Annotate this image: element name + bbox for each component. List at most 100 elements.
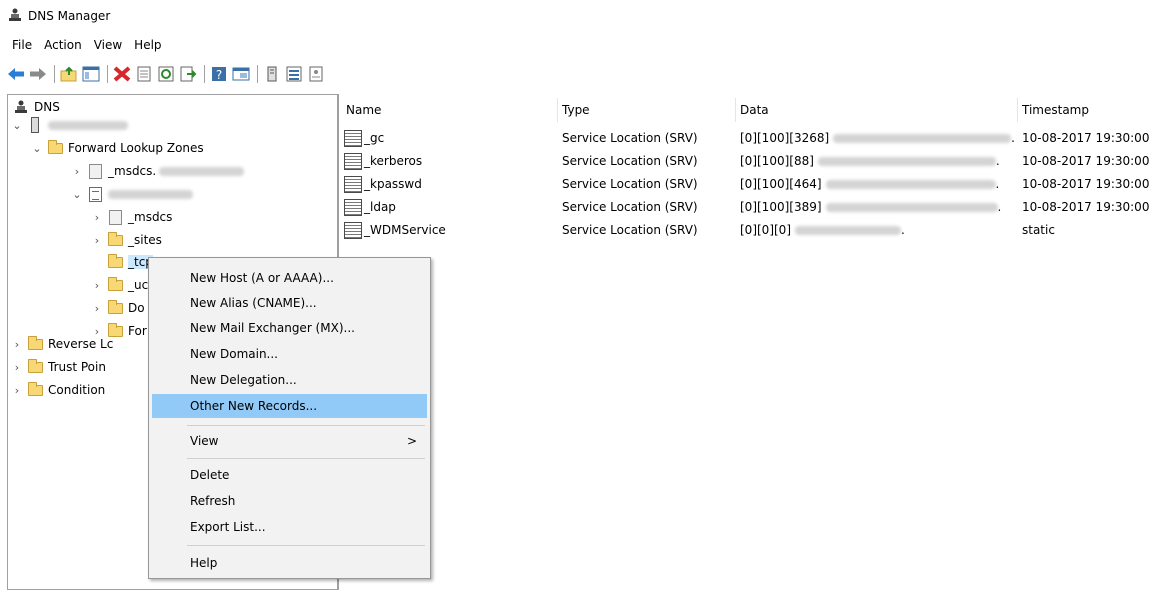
tree-node-label: For	[128, 324, 147, 338]
tree-node-reverse-lookup-zones[interactable]: › Reverse Lc	[10, 334, 113, 354]
menu-view[interactable]: View	[88, 36, 128, 54]
delete-icon[interactable]	[112, 64, 132, 84]
menu-file[interactable]: File	[6, 36, 38, 54]
chevron-down-icon[interactable]: ⌄	[30, 142, 44, 155]
properties-icon[interactable]	[134, 64, 154, 84]
refresh-icon[interactable]	[156, 64, 176, 84]
record-data-suffix: .	[997, 200, 1002, 214]
record-type: Service Location (SRV)	[562, 177, 698, 191]
details-icon[interactable]	[306, 64, 326, 84]
folder-icon	[47, 139, 63, 156]
chevron-down-icon[interactable]: ⌄	[10, 119, 24, 132]
redacted-host	[825, 179, 996, 189]
menu-item-label: View	[190, 434, 219, 448]
folder-icon	[27, 335, 43, 352]
show-hide-tree-icon[interactable]	[81, 64, 101, 84]
menu-item-new-mail-exchanger[interactable]: New Mail Exchanger (MX)...	[152, 316, 427, 340]
chevron-right-icon[interactable]: ›	[90, 234, 104, 247]
menu-item-delete[interactable]: Delete	[152, 463, 427, 487]
tree-node-tcp[interactable]: _tcp	[90, 252, 153, 272]
column-header-data[interactable]: Data	[736, 98, 1018, 122]
srv-record-icon	[344, 175, 362, 193]
help-icon[interactable]: ?	[209, 64, 229, 84]
up-folder-icon[interactable]	[59, 64, 79, 84]
chevron-right-icon[interactable]: ›	[10, 338, 24, 351]
chevron-right-icon[interactable]: ›	[10, 361, 24, 374]
chevron-right-icon[interactable]: ›	[90, 211, 104, 224]
tree-node-forward-lookup-zones[interactable]: ⌄ Forward Lookup Zones	[30, 138, 204, 158]
menu-action[interactable]: Action	[38, 36, 88, 54]
record-data-suffix: .	[995, 177, 1000, 191]
chevron-right-icon[interactable]: ›	[90, 302, 104, 315]
record-data: [0][100][464]	[740, 177, 822, 191]
tree-node-domaindnszones[interactable]: › Do	[90, 298, 145, 318]
tree-node-label: _msdcs	[128, 210, 173, 224]
tree-node-conditional-forwarders[interactable]: › Condition	[10, 380, 105, 400]
chevron-down-icon[interactable]: ⌄	[70, 188, 84, 201]
tree-node-udp[interactable]: › _uc	[90, 275, 148, 295]
menu-item-new-delegation[interactable]: New Delegation...	[152, 368, 427, 392]
redacted-domain	[108, 189, 193, 199]
record-data-suffix: .	[1011, 131, 1015, 145]
tree-node-msdcs[interactable]: › _msdcs	[90, 207, 172, 227]
host-record-icon[interactable]	[262, 64, 282, 84]
menu-item-new-host[interactable]: New Host (A or AAAA)...	[152, 266, 427, 290]
menu-item-help[interactable]: Help	[152, 551, 427, 575]
column-header-name[interactable]: Name	[342, 98, 558, 122]
menu-item-export-list[interactable]: Export List...	[152, 515, 427, 539]
table-row[interactable]: _kpasswd Service Location (SRV) [0][100]…	[342, 173, 1161, 195]
submenu-arrow-icon: >	[406, 434, 417, 448]
tree-node-domain-zone[interactable]: ⌄	[70, 184, 193, 204]
context-menu: New Host (A or AAAA)... New Alias (CNAME…	[148, 257, 431, 579]
toolbar-separator	[107, 65, 108, 83]
menu-item-refresh[interactable]: Refresh	[152, 489, 427, 513]
menu-separator	[187, 425, 425, 426]
tree-node-sites[interactable]: › _sites	[90, 230, 162, 250]
results-list: Name Type Data Timestamp _gc Service Loc…	[342, 94, 1161, 590]
dns-manager-app-icon	[8, 8, 22, 25]
window-title: DNS Manager	[28, 9, 111, 23]
menu-item-new-alias[interactable]: New Alias (CNAME)...	[152, 291, 427, 315]
tree-node-msdcs-zone[interactable]: › _msdcs.	[70, 161, 245, 181]
tree-node-server[interactable]: ⌄	[10, 115, 128, 135]
menu-item-new-domain[interactable]: New Domain...	[152, 342, 427, 366]
forward-icon[interactable]	[28, 64, 48, 84]
folder-icon	[107, 231, 123, 248]
column-header-type[interactable]: Type	[558, 98, 736, 122]
redacted-host	[833, 133, 1012, 143]
chevron-right-icon[interactable]: ›	[70, 165, 84, 178]
tree-node-trust-points[interactable]: › Trust Poin	[10, 357, 106, 377]
folder-icon	[27, 381, 43, 398]
table-row[interactable]: _gc Service Location (SRV) [0][100][3268…	[342, 127, 1161, 149]
table-row[interactable]: _kerberos Service Location (SRV) [0][100…	[342, 150, 1161, 172]
tree-node-dns[interactable]: DNS	[10, 97, 60, 117]
export-list-icon[interactable]	[178, 64, 198, 84]
title-bar: DNS Manager	[0, 0, 1161, 32]
record-name: _ldap	[364, 200, 396, 214]
menu-item-view[interactable]: View >	[152, 429, 427, 453]
chevron-right-icon[interactable]: ›	[90, 279, 104, 292]
record-data: [0][100][3268]	[740, 131, 830, 145]
record-type: Service Location (SRV)	[562, 200, 698, 214]
list-view-icon[interactable]	[284, 64, 304, 84]
tree-node-label: Do	[128, 301, 145, 315]
toolbar-separator	[204, 65, 205, 83]
menu-help[interactable]: Help	[128, 36, 167, 54]
table-row[interactable]: _WDMService Service Location (SRV) [0][0…	[342, 219, 1161, 241]
chevron-right-icon[interactable]: ›	[10, 384, 24, 397]
menu-item-other-new-records[interactable]: Other New Records...	[152, 394, 427, 418]
record-data-suffix: .	[901, 223, 905, 237]
console-icon[interactable]	[231, 64, 251, 84]
menu-separator	[187, 545, 425, 546]
record-data-suffix: .	[995, 154, 1000, 168]
column-header-timestamp[interactable]: Timestamp	[1018, 98, 1161, 122]
redacted-domain	[159, 166, 245, 176]
srv-record-icon	[344, 152, 362, 170]
back-icon[interactable]	[6, 64, 26, 84]
record-timestamp: 10-08-2017 19:30:00	[1022, 177, 1150, 191]
folder-icon	[107, 253, 123, 270]
zone-icon	[87, 186, 103, 202]
tree-node-label: Forward Lookup Zones	[68, 141, 204, 155]
table-row[interactable]: _ldap Service Location (SRV) [0][100][38…	[342, 196, 1161, 218]
folder-icon	[107, 276, 123, 293]
